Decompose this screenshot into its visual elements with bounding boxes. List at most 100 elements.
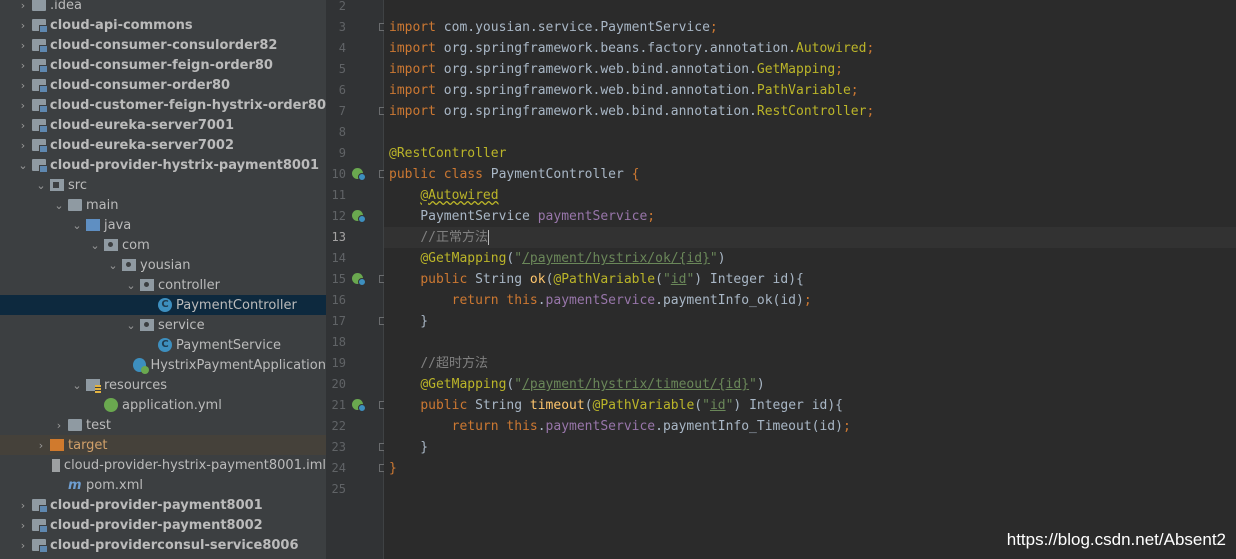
tree-item[interactable]: ⌄ src	[0, 175, 326, 195]
gutter-line[interactable]: 18	[326, 332, 383, 353]
tree-item[interactable]: PaymentController	[0, 295, 326, 315]
tree-item[interactable]: › cloud-customer-feign-hystrix-order80	[0, 95, 326, 115]
code-line[interactable]: return this.paymentService.paymentInfo_o…	[384, 290, 1236, 311]
tree-item[interactable]: › cloud-eureka-server7002	[0, 135, 326, 155]
gutter-line[interactable]: 22	[326, 416, 383, 437]
gutter-line[interactable]: 12	[326, 206, 383, 227]
tree-item[interactable]: ⌄ com	[0, 235, 326, 255]
code-line[interactable]: import org.springframework.web.bind.anno…	[384, 80, 1236, 101]
gutter-line[interactable]: 13	[326, 227, 383, 248]
gutter-line[interactable]: 20	[326, 374, 383, 395]
chevron-right-icon[interactable]: ›	[14, 519, 32, 532]
chevron-right-icon[interactable]: ›	[14, 59, 32, 72]
chevron-right-icon[interactable]: ›	[50, 419, 68, 432]
gutter-line[interactable]: 9	[326, 143, 383, 164]
tree-item[interactable]: cloud-provider-hystrix-payment8001.iml	[0, 455, 326, 475]
code-line[interactable]: PaymentService paymentService;	[384, 206, 1236, 227]
code-line[interactable]	[384, 0, 1236, 17]
spring-bean-icon[interactable]	[352, 210, 366, 223]
tree-item[interactable]: › .idea	[0, 0, 326, 15]
code-line[interactable]: }	[384, 458, 1236, 479]
tree-item[interactable]: › cloud-consumer-order80	[0, 75, 326, 95]
gutter-line[interactable]: 5	[326, 59, 383, 80]
code-line[interactable]: public class PaymentController {	[384, 164, 1236, 185]
chevron-down-icon[interactable]: ⌄	[86, 239, 104, 252]
tree-item[interactable]: HystrixPaymentApplication	[0, 355, 326, 375]
gutter-line[interactable]: 10	[326, 164, 386, 185]
tree-item[interactable]: › cloud-consumer-feign-order80	[0, 55, 326, 75]
chevron-right-icon[interactable]: ›	[14, 99, 32, 112]
tree-item[interactable]: ⌄ service	[0, 315, 326, 335]
gutter-line[interactable]: 19	[326, 353, 383, 374]
code-line[interactable]: import org.springframework.beans.factory…	[384, 38, 1236, 59]
project-tree-panel[interactable]: › .idea › cloud-api-commons › cloud-consumer-…	[0, 0, 326, 559]
code-line[interactable]: }	[384, 311, 1236, 332]
gutter-line[interactable]: 2	[326, 0, 383, 17]
chevron-right-icon[interactable]: ›	[32, 439, 50, 452]
tree-item[interactable]: PaymentService	[0, 335, 326, 355]
spring-bean-icon[interactable]	[352, 399, 366, 412]
gutter-line[interactable]: 3	[326, 17, 386, 38]
gutter-line[interactable]: 6	[326, 80, 383, 101]
tree-item[interactable]: › target	[0, 435, 326, 455]
code-line[interactable]	[384, 332, 1236, 353]
chevron-down-icon[interactable]: ⌄	[14, 159, 32, 172]
code-line[interactable]: @RestController	[384, 143, 1236, 164]
code-line[interactable]: }	[384, 437, 1236, 458]
tree-item[interactable]: ⌄ main	[0, 195, 326, 215]
gutter-line[interactable]: 24	[326, 458, 386, 479]
code-line[interactable]: @Autowired	[384, 185, 1236, 206]
tree-item[interactable]: ⌄ controller	[0, 275, 326, 295]
chevron-right-icon[interactable]: ›	[14, 0, 32, 12]
chevron-right-icon[interactable]: ›	[14, 539, 32, 552]
code-editor[interactable]: import com.yousian.service.PaymentServic…	[384, 0, 1236, 559]
chevron-down-icon[interactable]: ⌄	[32, 179, 50, 192]
code-line[interactable]: import com.yousian.service.PaymentServic…	[384, 17, 1236, 38]
code-line[interactable]: @GetMapping("/payment/hystrix/timeout/{i…	[384, 374, 1236, 395]
code-line[interactable]: @GetMapping("/payment/hystrix/ok/{id}")	[384, 248, 1236, 269]
gutter-line[interactable]: 25	[326, 479, 383, 500]
spring-bean-icon[interactable]	[352, 168, 366, 181]
gutter-line[interactable]: 7	[326, 101, 386, 122]
gutter-line[interactable]: 23	[326, 437, 386, 458]
gutter-line[interactable]: 17	[326, 311, 386, 332]
tree-item[interactable]: ⌄ java	[0, 215, 326, 235]
gutter-line[interactable]: 21	[326, 395, 386, 416]
chevron-down-icon[interactable]: ⌄	[122, 319, 140, 332]
gutter-line[interactable]: 16	[326, 290, 383, 311]
tree-item[interactable]: pom.xml	[0, 475, 326, 495]
chevron-down-icon[interactable]: ⌄	[104, 259, 122, 272]
chevron-right-icon[interactable]: ›	[14, 499, 32, 512]
chevron-down-icon[interactable]: ⌄	[122, 279, 140, 292]
tree-item[interactable]: › cloud-provider-payment8001	[0, 495, 326, 515]
code-line[interactable]: import org.springframework.web.bind.anno…	[384, 59, 1236, 80]
tree-item[interactable]: › cloud-consumer-consulorder82	[0, 35, 326, 55]
tree-item[interactable]: › cloud-eureka-server7001	[0, 115, 326, 135]
spring-bean-icon[interactable]	[352, 273, 366, 286]
tree-item[interactable]: ⌄ resources	[0, 375, 326, 395]
chevron-down-icon[interactable]: ⌄	[50, 199, 68, 212]
tree-item[interactable]: ⌄ yousian	[0, 255, 326, 275]
tree-item[interactable]: › test	[0, 415, 326, 435]
chevron-right-icon[interactable]: ›	[14, 139, 32, 152]
chevron-right-icon[interactable]: ›	[14, 119, 32, 132]
code-line[interactable]: //正常方法	[384, 227, 1236, 248]
code-line[interactable]	[384, 122, 1236, 143]
chevron-down-icon[interactable]: ⌄	[68, 379, 86, 392]
chevron-right-icon[interactable]: ›	[14, 39, 32, 52]
code-line[interactable]: public String timeout(@PathVariable("id"…	[384, 395, 1236, 416]
code-line[interactable]: public String ok(@PathVariable("id") Int…	[384, 269, 1236, 290]
chevron-down-icon[interactable]: ⌄	[68, 219, 86, 232]
chevron-right-icon[interactable]: ›	[14, 79, 32, 92]
chevron-right-icon[interactable]: ›	[14, 19, 32, 32]
gutter-line[interactable]: 4	[326, 38, 383, 59]
gutter-line[interactable]: 15	[326, 269, 386, 290]
code-line[interactable]: return this.paymentService.paymentInfo_T…	[384, 416, 1236, 437]
tree-item[interactable]: application.yml	[0, 395, 326, 415]
code-line[interactable]	[384, 479, 1236, 500]
tree-item[interactable]: ⌄ cloud-provider-hystrix-payment8001	[0, 155, 326, 175]
gutter-line[interactable]: 14	[326, 248, 383, 269]
gutter-line[interactable]: 8	[326, 122, 383, 143]
tree-item[interactable]: › cloud-providerconsul-service8006	[0, 535, 326, 555]
gutter-line[interactable]: 11	[326, 185, 383, 206]
